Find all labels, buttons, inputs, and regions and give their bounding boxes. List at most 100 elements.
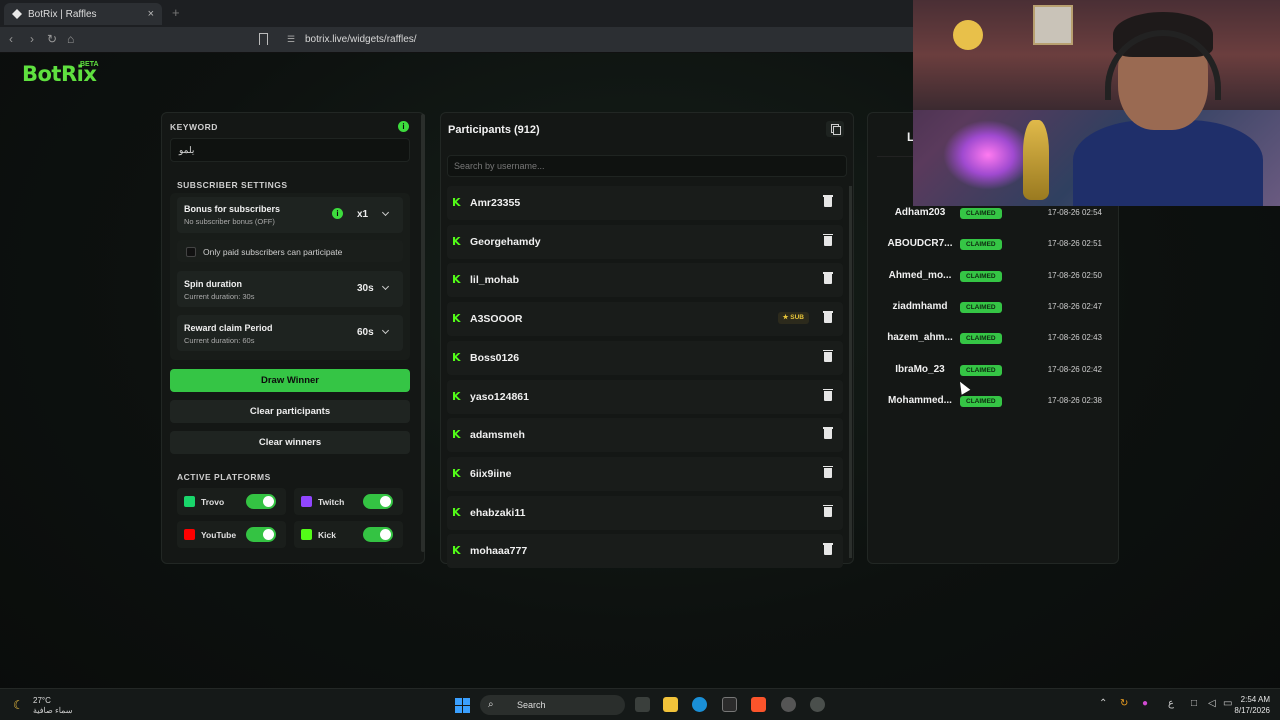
winner-name: ABOUDCR7... — [887, 238, 953, 250]
site-info-icon[interactable]: ☰ — [287, 34, 295, 45]
app-icon[interactable] — [810, 697, 825, 712]
taskbar-search[interactable]: ⌕ Search — [480, 695, 625, 715]
new-tab-button[interactable]: + — [172, 5, 180, 20]
delete-icon[interactable] — [823, 349, 833, 362]
battery-icon[interactable]: ▭ — [1223, 698, 1232, 709]
participant-row[interactable]: Kadamsmeh — [447, 418, 843, 453]
clear-participants-button[interactable]: Clear participants — [170, 400, 410, 423]
winner-name: IbraMo_23 — [895, 363, 945, 375]
task-view-icon[interactable] — [635, 697, 650, 712]
winner-row[interactable]: ziadmhamd CLAIMED 17-08-26 02:47 — [880, 296, 1106, 320]
claim-period-select[interactable]: 60s — [357, 327, 374, 338]
delete-icon[interactable] — [823, 272, 833, 285]
input-language[interactable]: ع — [1168, 698, 1174, 709]
delete-icon[interactable] — [823, 233, 833, 246]
weather-moon-icon[interactable]: ☾ — [13, 698, 24, 712]
participant-search-input[interactable]: Search by username... — [447, 155, 847, 177]
obs-icon[interactable] — [781, 697, 796, 712]
edge-icon[interactable] — [692, 697, 707, 712]
url-field[interactable]: botrix.live/widgets/raffles/ — [305, 34, 417, 45]
participant-row[interactable]: K Boss0126 — [447, 340, 843, 375]
settings-scrollbar[interactable] — [421, 114, 425, 552]
bonus-info-icon[interactable]: i — [332, 208, 343, 219]
tab-close-icon[interactable]: × — [148, 8, 154, 20]
kick-icon: K — [452, 466, 461, 480]
delete-icon[interactable] — [823, 504, 833, 517]
participant-name: yaso124861 — [470, 390, 529, 403]
delete-icon[interactable] — [823, 543, 833, 556]
forward-icon[interactable]: › — [30, 32, 34, 46]
participant-row[interactable]: Kyaso124861 — [447, 379, 843, 414]
delete-icon[interactable] — [823, 427, 833, 440]
participants-scrollbar[interactable] — [849, 186, 852, 558]
youtube-toggle[interactable] — [246, 527, 276, 542]
file-explorer-icon[interactable] — [663, 697, 678, 712]
delete-icon[interactable] — [823, 195, 833, 207]
participant-row[interactable]: Kmohaaa777 — [447, 534, 843, 569]
delete-icon[interactable] — [823, 311, 833, 324]
trovo-toggle[interactable] — [246, 494, 276, 509]
store-icon[interactable] — [722, 697, 737, 712]
tray-expand-icon[interactable]: ⌃ — [1099, 698, 1107, 709]
bookmark-icon[interactable] — [259, 33, 268, 45]
tab-title: BotRix | Raffles — [28, 8, 97, 20]
winner-name: Mohammed... — [888, 394, 952, 406]
participant-row[interactable]: K 6iix9iine — [447, 456, 843, 491]
weather-condition[interactable]: سماء صافية — [33, 706, 73, 715]
spin-subtitle: Current duration: 30s — [184, 292, 255, 301]
participant-name: 6iix9iine — [470, 467, 512, 480]
winner-row[interactable]: hazem_ahm... CLAIMED 17-08-26 02:43 — [880, 327, 1106, 351]
paid-only-checkbox[interactable] — [186, 247, 196, 257]
keyword-input[interactable]: يلمو — [170, 138, 410, 162]
winner-time: 17-08-26 02:50 — [1047, 270, 1102, 280]
info-icon[interactable]: i — [398, 121, 409, 132]
platform-twitch: Twitch — [294, 488, 403, 515]
network-icon[interactable]: □ — [1191, 698, 1197, 709]
platform-name: Kick — [318, 530, 336, 540]
back-icon[interactable]: ‹ — [9, 32, 13, 46]
kick-icon: K — [452, 196, 461, 209]
reload-icon[interactable]: ↻ — [47, 32, 57, 46]
participant-row[interactable]: K Amr23355 — [447, 186, 843, 220]
delete-icon[interactable] — [823, 465, 833, 478]
winner-row[interactable]: ABOUDCR7... CLAIMED 17-08-26 02:51 — [880, 233, 1106, 257]
windows-start-icon[interactable] — [455, 698, 470, 713]
participant-row[interactable]: K Georgehamdy — [447, 224, 843, 259]
copy-icon[interactable] — [826, 121, 844, 137]
chevron-down-icon[interactable] — [381, 326, 390, 335]
clock-time[interactable]: 2:54 AM — [1241, 695, 1270, 704]
winner-time: 17-08-26 02:51 — [1047, 239, 1102, 249]
tray-app-icon[interactable]: ↻ — [1120, 698, 1128, 709]
twitch-toggle[interactable] — [363, 494, 393, 509]
chevron-down-icon[interactable] — [381, 282, 390, 291]
winner-row[interactable]: Mohammed... CLAIMED 17-08-26 02:38 — [880, 390, 1106, 414]
volume-icon[interactable]: ◁ — [1208, 698, 1216, 709]
participant-name: mohaaa777 — [470, 545, 528, 558]
microphone-icon[interactable]: ● — [1142, 698, 1148, 709]
kick-toggle[interactable] — [363, 527, 393, 542]
kick-icon: K — [452, 428, 461, 442]
delete-icon[interactable] — [823, 388, 833, 401]
participant-row[interactable]: K A3SOOOR ★ SUB — [447, 302, 843, 337]
weather-temperature[interactable]: 27°C — [33, 696, 51, 705]
participant-row[interactable]: Kehabzaki11 — [447, 495, 843, 530]
clock-date[interactable]: 8/17/2026 — [1234, 706, 1270, 715]
spin-duration-select[interactable]: 30s — [357, 283, 374, 294]
draw-winner-button[interactable]: Draw Winner — [170, 369, 410, 392]
bonus-multiplier-select[interactable]: x1 — [357, 209, 368, 220]
chevron-down-icon[interactable] — [381, 208, 390, 217]
winner-name: Ahmed_mo... — [888, 269, 952, 281]
search-icon: ⌕ — [488, 699, 494, 710]
cam-photo-frame — [1033, 5, 1073, 45]
kick-icon: K — [452, 234, 461, 248]
home-icon[interactable]: ⌂ — [67, 32, 74, 46]
clear-winners-button[interactable]: Clear winners — [170, 431, 410, 454]
browser-tab[interactable]: BotRix | Raffles × — [4, 3, 162, 25]
participant-name: Amr23355 — [470, 197, 521, 209]
winner-row[interactable]: IbraMo_23 CLAIMED 17-08-26 02:42 — [880, 359, 1106, 383]
participant-row[interactable]: Klil_mohab — [447, 263, 843, 298]
brave-icon[interactable] — [751, 697, 766, 712]
winner-row[interactable]: Ahmed_mo... CLAIMED 17-08-26 02:50 — [880, 265, 1106, 289]
kick-icon: K — [452, 350, 461, 364]
paid-only-label: Only paid subscribers can participate — [203, 247, 343, 257]
